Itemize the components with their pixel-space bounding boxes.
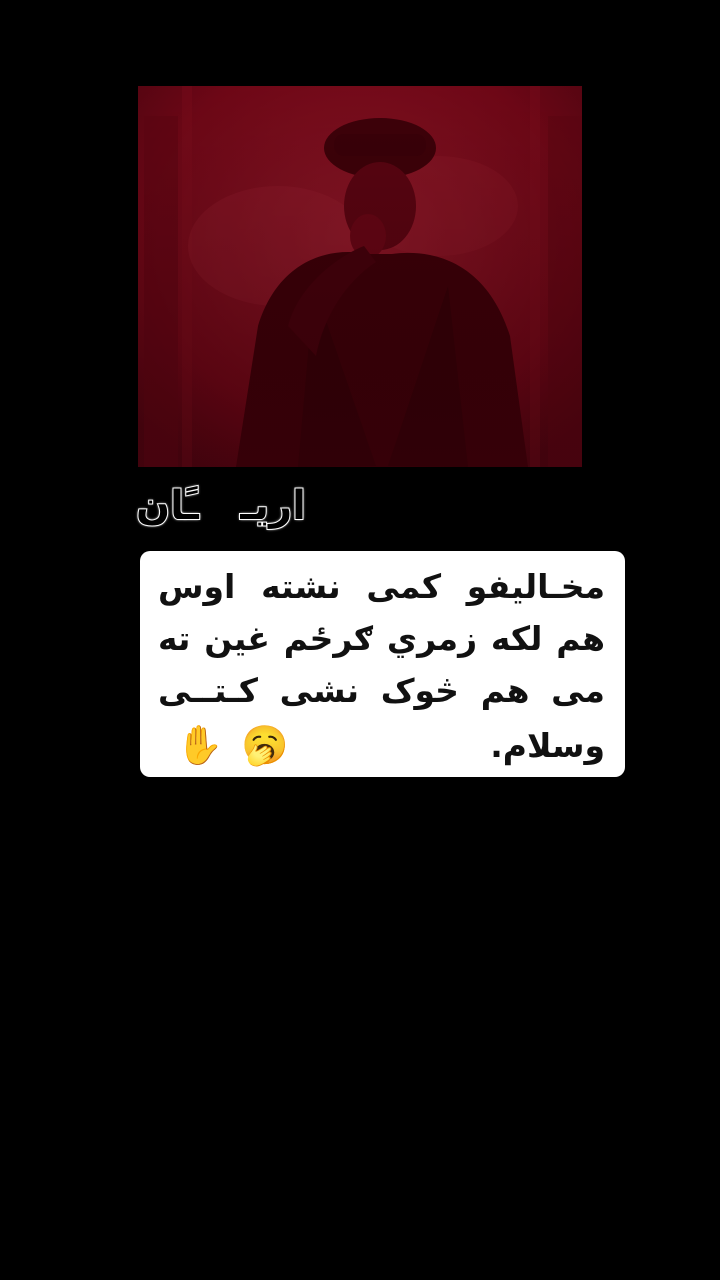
username-text-end: ـًان bbox=[135, 482, 200, 530]
caption-line-2: هم لكه زمري ګرځم غين ته bbox=[158, 619, 605, 658]
yawning-face-emoji-icon: 🥱 bbox=[241, 723, 289, 767]
username-text-start: اريـ bbox=[239, 482, 306, 530]
smirk-emoji-icon: 😏 bbox=[200, 485, 239, 527]
caption-line-4: وسلام. 🥱 ✋ bbox=[158, 717, 605, 773]
video-frame[interactable] bbox=[138, 86, 582, 467]
raised-hand-emoji-icon: ✋ bbox=[176, 723, 224, 767]
username-sticker: اريـ 😏 ـًان bbox=[135, 476, 307, 536]
caption-last-text: وسلام. bbox=[490, 725, 605, 765]
caption-line-1: مخـاليفو كمى نشته اوس bbox=[158, 567, 605, 606]
video-still-image bbox=[138, 86, 582, 467]
caption-line-3: مى هم څوک نشى کـتــى bbox=[158, 671, 605, 710]
caption-card: مخـاليفو كمى نشته اوس هم لكه زمري ګرځم غ… bbox=[140, 551, 625, 777]
